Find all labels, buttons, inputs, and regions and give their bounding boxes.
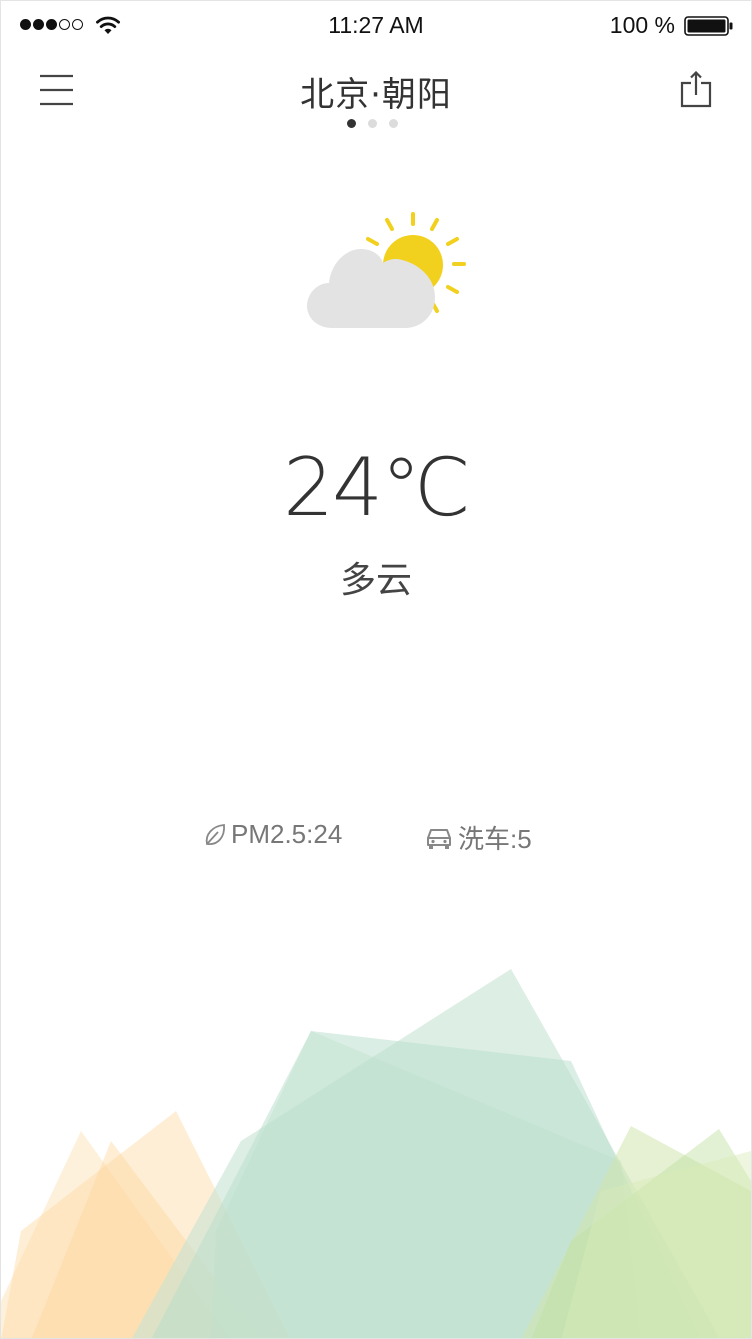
battery-percentage: 100 % [609,12,675,38]
pm25-label: PM2.5:24 [231,819,343,849]
page-dot-1[interactable] [347,119,356,128]
page-dot-2[interactable] [368,119,377,128]
mountains-illustration [1,969,751,1338]
pm25-index[interactable]: PM2.5:24 [204,819,342,850]
page-dot-3[interactable] [389,119,398,128]
share-icon[interactable] [679,71,713,109]
page-indicator[interactable] [347,119,398,128]
car-icon [427,828,451,849]
temperature: 24℃ [283,441,471,534]
partly-cloudy-icon [307,212,466,328]
carwash-index[interactable]: 洗车:5 [425,819,532,856]
city-title[interactable]: 北京·朝阳 [1,67,751,116]
leaf-icon [205,823,225,845]
carwash-label: 洗车:5 [458,824,532,854]
weather-screen: 11:27 AM 100 % 北京·朝阳 24℃ 多云 PM2.5:24 洗车:… [0,0,752,1339]
status-bar: 11:27 AM 100 % [1,1,751,51]
weather-condition: 多云 [339,560,412,601]
battery-icon [684,16,733,36]
